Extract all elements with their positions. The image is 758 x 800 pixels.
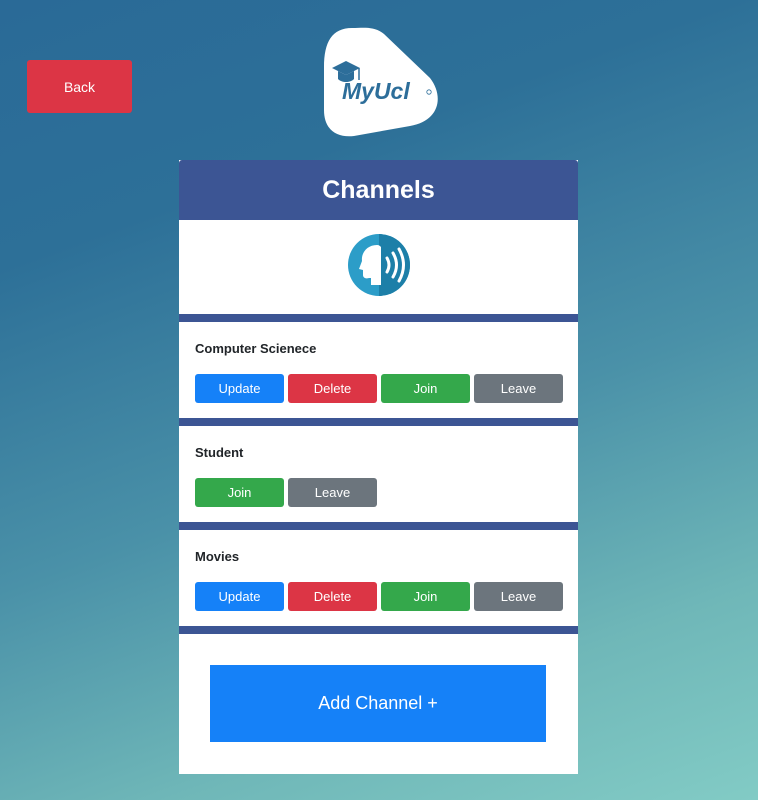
channel-item: Computer Scienece Update Delete Join Lea… [179,322,578,418]
delete-button[interactable]: Delete [288,374,377,403]
leave-button[interactable]: Leave [288,478,377,507]
divider [179,314,578,322]
svg-text:MyUcl: MyUcl [342,78,410,104]
leave-button[interactable]: Leave [474,374,563,403]
leave-button[interactable]: Leave [474,582,563,611]
divider [179,522,578,530]
join-button[interactable]: Join [381,582,470,611]
divider [179,626,578,634]
update-button[interactable]: Update [195,374,284,403]
join-button[interactable]: Join [195,478,284,507]
divider [179,418,578,426]
speaking-head-icon [347,233,411,302]
delete-button[interactable]: Delete [288,582,377,611]
update-button[interactable]: Update [195,582,284,611]
channel-item: Movies Update Delete Join Leave [179,530,578,626]
back-button[interactable]: Back [27,60,132,113]
channels-card: Channels Computer Scienece Update Delete… [179,160,578,774]
add-channel-button[interactable]: Add Channel + [210,665,546,742]
join-button[interactable]: Join [381,374,470,403]
channel-name: Student [195,445,244,460]
channel-name: Computer Scienece [195,341,317,356]
channel-item: Student Join Leave [179,426,578,522]
card-title: Channels [179,160,578,220]
myucl-logo: MyUcl [322,22,440,140]
channel-name: Movies [195,549,240,564]
